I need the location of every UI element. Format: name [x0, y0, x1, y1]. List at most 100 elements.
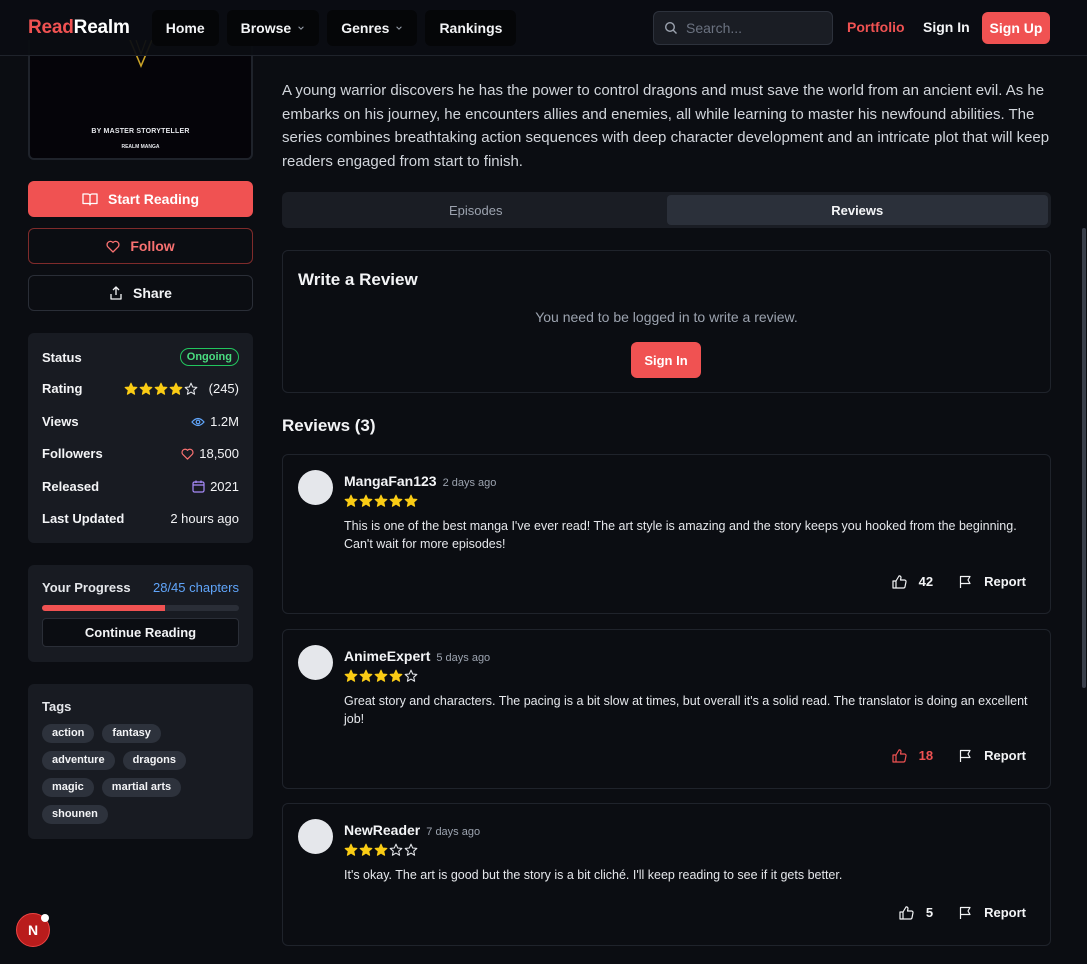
write-review-panel: Write a Review You need to be logged in …	[282, 250, 1051, 393]
status-row: Status Ongoing	[42, 348, 239, 366]
portfolio-link[interactable]: Portfolio	[847, 19, 905, 35]
rating-row: Rating (245)	[42, 381, 239, 396]
star-filled-icon	[359, 843, 373, 856]
like-count: 5	[925, 905, 934, 920]
thumbs-up-icon	[892, 574, 907, 589]
nav-rankings[interactable]: Rankings	[425, 9, 517, 46]
nav-genres-label: Genres	[341, 19, 390, 36]
cover-author: BY MASTER STORYTELLER	[91, 128, 190, 135]
nav-browse-label: Browse	[240, 19, 292, 36]
released-row: Released 2021	[42, 479, 239, 494]
report-label: Report	[984, 905, 1026, 920]
review-text: It's okay. The art is good but the story…	[344, 868, 843, 882]
review-username[interactable]: AnimeExpert	[344, 648, 430, 664]
views-row: Views 1.2M	[42, 414, 239, 429]
report-button[interactable]: Report	[959, 748, 1026, 763]
nav-genres[interactable]: Genres	[327, 9, 418, 46]
sign-up-button[interactable]: Sign Up	[982, 12, 1050, 44]
tag-adventure[interactable]: adventure	[42, 751, 115, 770]
chevron-down-icon	[298, 25, 304, 30]
chevron-down-icon	[396, 25, 403, 30]
released-label: Released	[42, 479, 100, 494]
followers-label: Followers	[42, 446, 103, 461]
reviews-heading: Reviews (3)	[282, 416, 376, 435]
review-time: 2 days ago	[442, 477, 497, 489]
star-filled-icon	[404, 494, 418, 507]
share-button[interactable]: Share	[28, 275, 253, 311]
report-button[interactable]: Report	[959, 574, 1026, 589]
star-filled-icon	[154, 382, 167, 395]
updated-label: Last Updated	[42, 511, 125, 526]
heart-icon	[181, 448, 194, 460]
review-card: MangaFan123 2 days ago This is one of the…	[282, 454, 1051, 614]
site-logo[interactable]: ReadRealm	[28, 17, 130, 39]
star-filled-icon	[344, 843, 358, 856]
report-label: Report	[984, 748, 1026, 763]
share-label: Share	[133, 285, 172, 301]
status-label: Status	[42, 349, 82, 365]
notification-dot	[41, 914, 49, 922]
tag-fantasy[interactable]: fantasy	[102, 724, 161, 743]
report-label: Report	[984, 574, 1026, 589]
search-box[interactable]	[653, 11, 833, 45]
start-reading-button[interactable]: Start Reading	[28, 181, 253, 217]
nav-browse[interactable]: Browse	[226, 9, 320, 46]
tag-shounen[interactable]: shounen	[42, 805, 108, 824]
review-text: Great story and characters. The pacing i…	[344, 694, 1028, 726]
tab-reviews[interactable]: Reviews	[666, 195, 1048, 225]
progress-bar-fill	[42, 605, 165, 611]
review-card: AnimeExpert 5 days ago Great story and ch…	[282, 629, 1051, 789]
login-required-message: You need to be logged in to write a revi…	[535, 309, 798, 325]
review-card: NewReader 7 days ago It's okay. The art i…	[282, 803, 1051, 946]
continue-reading-button[interactable]: Continue Reading	[42, 618, 239, 647]
star-filled-icon	[344, 669, 358, 682]
review-stars	[344, 669, 418, 683]
star-filled-icon	[374, 494, 388, 507]
rating-value: (245)	[124, 381, 239, 396]
rating-count: (245)	[208, 381, 239, 396]
review-time: 7 days ago	[426, 826, 481, 838]
heart-icon	[106, 240, 120, 253]
like-count: 42	[918, 574, 934, 589]
star-filled-icon	[389, 494, 403, 507]
tag-magic[interactable]: magic	[42, 778, 94, 797]
review-time: 5 days ago	[436, 652, 491, 664]
cover-image: BY MASTER STORYTELLER REALM MANGA	[28, 40, 253, 160]
sign-in-link[interactable]: Sign In	[923, 19, 970, 35]
eye-icon	[191, 417, 205, 426]
rating-label: Rating	[42, 381, 83, 396]
status-badge: Ongoing	[179, 348, 239, 366]
like-button[interactable]: 5	[899, 905, 933, 920]
nav-home[interactable]: Home	[151, 9, 219, 46]
progress-bar	[42, 605, 239, 611]
progress-label: Your Progress	[42, 580, 131, 595]
tab-episodes[interactable]: Episodes	[285, 195, 667, 225]
follow-label: Follow	[130, 238, 175, 254]
avatar	[298, 819, 333, 854]
review-sign-in-button[interactable]: Sign In	[631, 342, 701, 378]
star-filled-icon	[374, 669, 388, 682]
star-filled-icon	[359, 669, 373, 682]
share-icon	[110, 286, 122, 300]
tag-action[interactable]: action	[42, 724, 95, 743]
calendar-icon	[192, 480, 205, 493]
report-button[interactable]: Report	[959, 905, 1026, 920]
search-icon	[664, 21, 677, 34]
tag-martial-arts[interactable]: martial arts	[101, 778, 182, 797]
progress-value: 28/45 chapters	[152, 580, 239, 595]
thumbs-up-icon	[892, 748, 907, 763]
follow-button[interactable]: Follow	[28, 228, 253, 264]
star-empty-icon	[184, 382, 197, 395]
review-stars	[344, 843, 418, 857]
search-input[interactable]	[686, 20, 826, 36]
like-button[interactable]: 42	[892, 574, 933, 589]
tag-dragons[interactable]: dragons	[122, 751, 186, 770]
avatar	[298, 470, 333, 505]
star-filled-icon	[169, 382, 182, 395]
tab-bar: Episodes Reviews	[282, 192, 1051, 228]
review-username[interactable]: NewReader	[344, 822, 420, 838]
updated-row: Last Updated 2 hours ago	[42, 511, 239, 526]
like-button[interactable]: 18	[892, 748, 933, 763]
review-username[interactable]: MangaFan123	[344, 473, 437, 489]
scrollbar-thumb[interactable]	[1082, 228, 1086, 688]
